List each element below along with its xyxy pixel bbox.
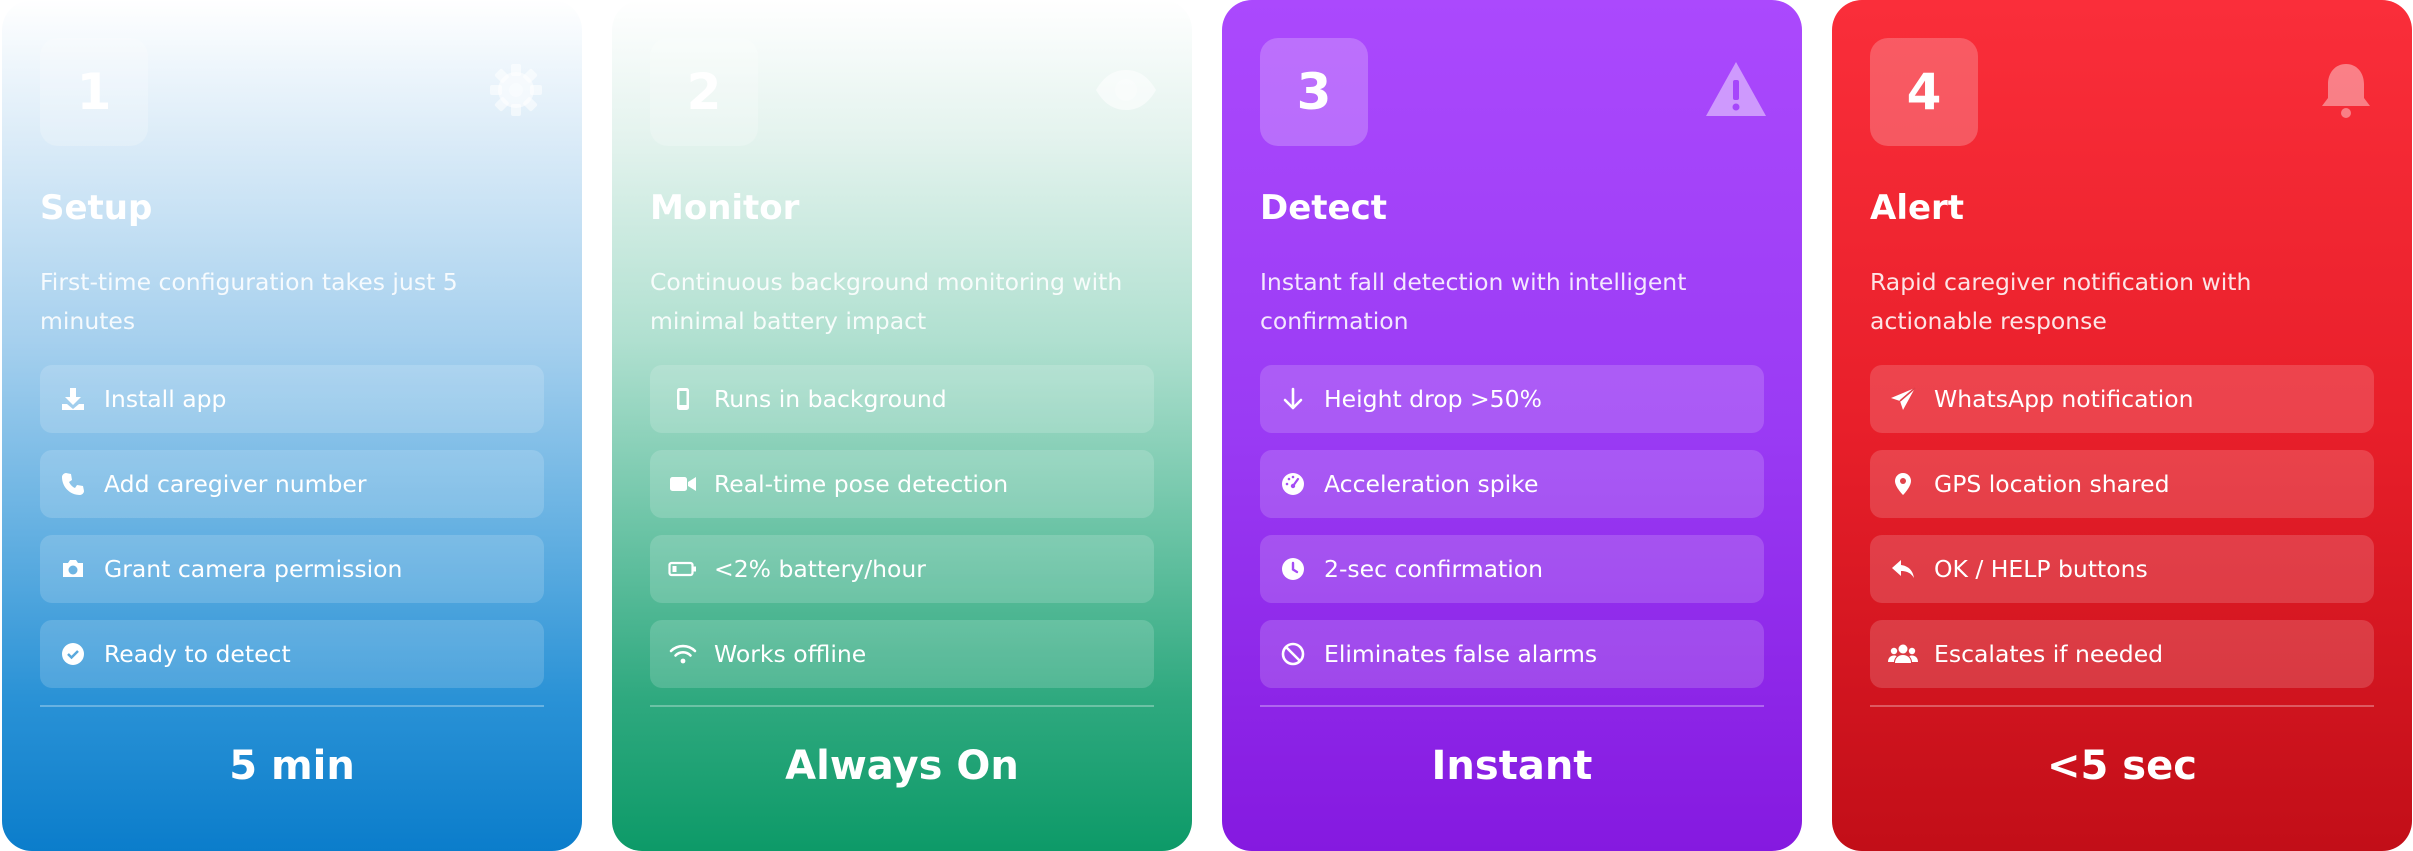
- battery-icon: [668, 554, 698, 584]
- list-item: Eliminates false alarms: [1260, 620, 1764, 688]
- step-number-badge: 4: [1870, 38, 1978, 146]
- list-item-label: Escalates if needed: [1934, 640, 2164, 668]
- list-item-label: Height drop >50%: [1324, 385, 1542, 413]
- list-item-label: Add caregiver number: [104, 470, 367, 498]
- list-item: Runs in background: [650, 365, 1154, 433]
- location-pin-icon: [1888, 469, 1918, 499]
- list-item-label: <2% battery/hour: [714, 555, 926, 583]
- card-title: Alert: [1870, 188, 1965, 228]
- download-icon: [58, 384, 88, 414]
- list-item-label: Works offline: [714, 640, 867, 668]
- step-number-badge: 1: [40, 38, 148, 146]
- mobile-icon: [668, 384, 698, 414]
- list-item-label: GPS location shared: [1934, 470, 2170, 498]
- list-item-label: Install app: [104, 385, 227, 413]
- divider: [40, 705, 544, 707]
- camera-icon: [58, 554, 88, 584]
- list-item: OK / HELP buttons: [1870, 535, 2374, 603]
- phone-icon: [58, 469, 88, 499]
- setup-card: 1 Setup First-time configuration takes j…: [2, 0, 582, 851]
- list-item: Add caregiver number: [40, 450, 544, 518]
- list-item-label: Runs in background: [714, 385, 947, 413]
- list-item: Grant camera permission: [40, 535, 544, 603]
- send-icon: [1888, 384, 1918, 414]
- monitor-card: 2 Monitor Continuous background monitori…: [612, 0, 1192, 851]
- reply-icon: [1888, 554, 1918, 584]
- card-description: Rapid caregiver notification with action…: [1870, 268, 2252, 335]
- users-icon: [1888, 639, 1918, 669]
- list-item-label: WhatsApp notification: [1934, 385, 2194, 413]
- list-item-label: Real-time pose detection: [714, 470, 1009, 498]
- list-item-label: Ready to detect: [104, 640, 291, 668]
- wifi-icon: [668, 639, 698, 669]
- list-item: Height drop >50%: [1260, 365, 1764, 433]
- ban-icon: [1278, 639, 1308, 669]
- card-description: Instant fall detection with intelligent …: [1260, 268, 1687, 335]
- feature-list: Runs in background Real-time pose detect…: [650, 365, 1154, 688]
- card-description: Continuous background monitoring with mi…: [650, 268, 1123, 335]
- warning-icon: [1704, 58, 1768, 122]
- card-stat: Always On: [785, 743, 1019, 789]
- feature-list: Install app Add caregiver number Grant c…: [40, 365, 544, 688]
- list-item: Acceleration spike: [1260, 450, 1764, 518]
- divider: [1260, 705, 1764, 707]
- card-title: Setup: [40, 188, 153, 228]
- detect-card: 3 Detect Instant fall detection with int…: [1222, 0, 1802, 851]
- divider: [1870, 705, 2374, 707]
- gauge-icon: [1278, 469, 1308, 499]
- list-item: Works offline: [650, 620, 1154, 688]
- step-number-badge: 2: [650, 38, 758, 146]
- card-title: Detect: [1260, 188, 1388, 228]
- list-item-label: Acceleration spike: [1324, 470, 1539, 498]
- arrow-down-icon: [1278, 384, 1308, 414]
- list-item-label: Grant camera permission: [104, 555, 403, 583]
- list-item: WhatsApp notification: [1870, 365, 2374, 433]
- eye-icon: [1094, 58, 1158, 122]
- check-circle-icon: [58, 639, 88, 669]
- list-item: Real-time pose detection: [650, 450, 1154, 518]
- card-stat: <5 sec: [2047, 743, 2197, 789]
- list-item-label: 2-sec confirmation: [1324, 555, 1544, 583]
- alert-card: 4 Alert Rapid caregiver notification wit…: [1832, 0, 2412, 851]
- list-item-label: Eliminates false alarms: [1324, 640, 1598, 668]
- list-item: <2% battery/hour: [650, 535, 1154, 603]
- card-stat: Instant: [1431, 743, 1593, 789]
- video-icon: [668, 469, 698, 499]
- feature-list: Height drop >50% Acceleration spike 2-se…: [1260, 365, 1764, 688]
- list-item: Install app: [40, 365, 544, 433]
- list-item: 2-sec confirmation: [1260, 535, 1764, 603]
- step-number-badge: 3: [1260, 38, 1368, 146]
- divider: [650, 705, 1154, 707]
- card-description: First-time configuration takes just 5 mi…: [40, 268, 458, 335]
- card-stat: 5 min: [229, 743, 355, 789]
- feature-list: WhatsApp notification GPS location share…: [1870, 365, 2374, 688]
- list-item: Escalates if needed: [1870, 620, 2374, 688]
- list-item: GPS location shared: [1870, 450, 2374, 518]
- gear-icon: [484, 58, 548, 122]
- card-title: Monitor: [650, 188, 800, 228]
- bell-icon: [2314, 58, 2378, 122]
- list-item-label: OK / HELP buttons: [1934, 555, 2148, 583]
- clock-icon: [1278, 554, 1308, 584]
- list-item: Ready to detect: [40, 620, 544, 688]
